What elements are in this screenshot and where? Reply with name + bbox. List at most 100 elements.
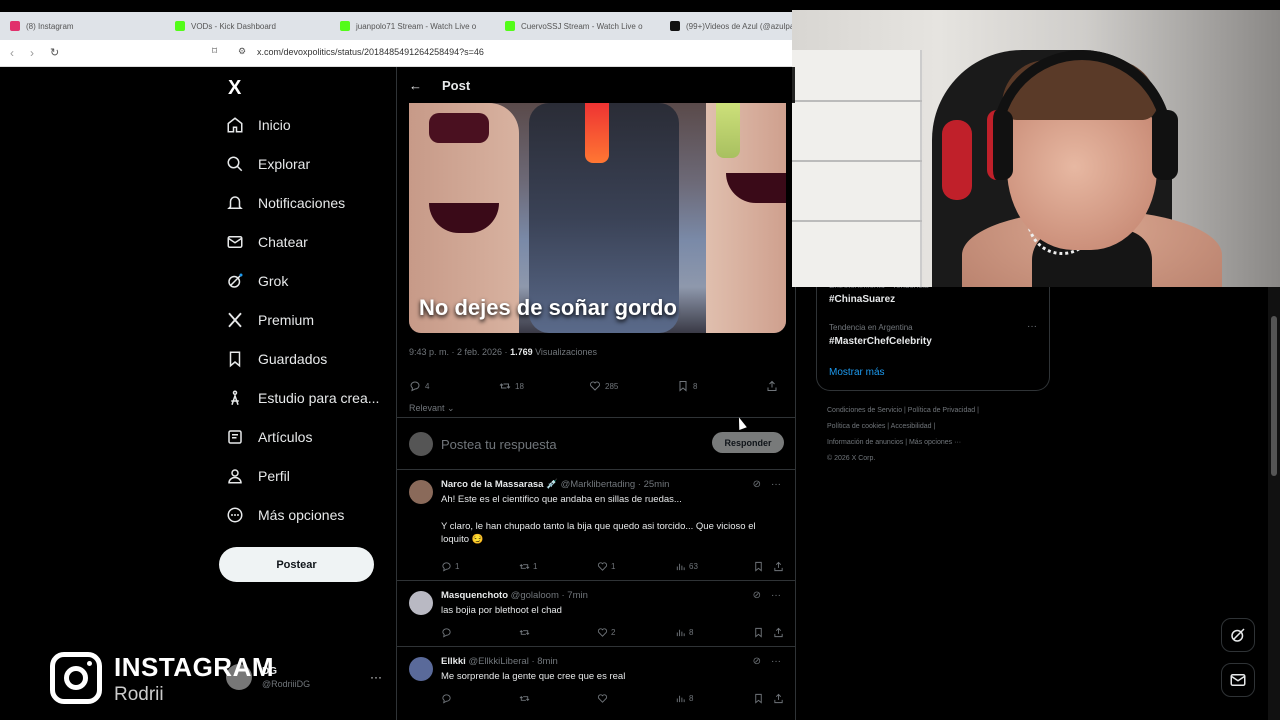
forward-arrow-icon[interactable]: › [30,46,34,60]
reply-actions: 8 [441,693,787,705]
sidebar-item-inicio[interactable]: Inicio [226,116,291,134]
reload-icon[interactable]: ↻ [50,46,59,59]
page-title: Post [442,77,471,93]
more-dots-icon[interactable]: ··· [771,479,781,490]
more-dots-icon[interactable]: ··· [370,670,382,684]
post-header: ← Post [397,67,795,103]
tab-label: (99+)Videos de Azul (@azulpal [686,21,792,31]
more-dots-icon[interactable]: ··· [771,656,781,667]
bell-icon [227,196,243,209]
reply-author-name[interactable]: Masquenchoto [441,590,508,601]
postear-button[interactable]: Postear [219,547,374,582]
image-figure [429,113,489,143]
sort-dropdown[interactable]: Relevant ⌄ [409,403,455,414]
url-text[interactable]: x.com/devoxpolitics/status/2018485491264… [257,47,484,57]
reply-action[interactable] [441,693,455,704]
back-arrow-icon[interactable]: ← [409,78,422,93]
share-action[interactable] [773,561,784,572]
reply-action[interactable]: 1 [441,561,459,572]
more-dots-icon[interactable]: ··· [771,590,781,601]
avatar[interactable] [409,591,433,615]
reply-action[interactable] [441,627,455,638]
browser-tab[interactable]: CuervoSSJ Stream - Watch Live o [495,12,660,40]
sidebar-item-articulos[interactable]: Artículos [226,428,312,446]
bookmark-icon [229,351,241,368]
browser-tab[interactable]: (8) Instagram [0,12,165,40]
responder-button[interactable]: Responder [712,432,784,453]
trend-name[interactable]: #ChinaSuarez [829,294,895,305]
reply-item[interactable]: Narco de la Massarasa 💉 @Marklibertading… [397,470,795,581]
site-info-icon[interactable]: ⚙ [238,46,246,57]
reply-author-handle[interactable]: @EllkkiLiberal · 8min [468,656,557,667]
reply-author-handle[interactable]: @Marklibertading · 25min [561,479,670,490]
sidebar-item-perfil[interactable]: Perfil [226,467,290,485]
sidebar-item-estudio[interactable]: Estudio para crea... [226,389,379,407]
messages-button[interactable] [1221,663,1255,697]
share-action[interactable] [766,380,778,392]
bookmark-action[interactable]: 8 [677,380,697,392]
avatar[interactable] [409,657,433,681]
footer-link[interactable]: Condiciones de Servicio | Política de Pr… [827,403,1027,419]
sidebar-item-label: Artículos [258,429,313,445]
like-action[interactable]: 1 [597,561,615,572]
repost-action[interactable]: 18 [499,380,524,392]
more-dots-icon[interactable]: ··· [1027,321,1037,332]
avatar[interactable] [409,480,433,504]
sidebar: X Inicio Explorar Notificaciones Chatear… [218,67,396,720]
x-logo[interactable]: X [228,77,241,100]
post-actions: 4 18 285 8 [409,380,784,394]
bookmark-action[interactable] [753,627,764,638]
sidebar-item-notificaciones[interactable]: Notificaciones [226,194,345,212]
reply-author-name[interactable]: Narco de la Massarasa 💉 [441,479,558,490]
like-action[interactable] [597,693,611,704]
reply-input[interactable]: Postea tu respuesta [441,437,557,452]
reply-item[interactable]: Masquenchoto @golaloom · 7min ⊘ ··· las b… [397,581,795,647]
grok-icon[interactable]: ⊘ [753,479,761,490]
views-action[interactable]: 8 [675,693,693,704]
sidebar-item-explorar[interactable]: Explorar [226,155,310,173]
scrollbar[interactable] [1268,286,1280,720]
browser-tab[interactable]: (99+)Videos de Azul (@azulpal [660,12,792,40]
reply-action[interactable]: 4 [409,380,429,392]
more-icon [227,507,243,523]
share-action[interactable] [773,627,784,638]
repost-action[interactable] [519,627,533,638]
bookmark-page-icon[interactable]: ⌑ [212,46,217,57]
reply-author-handle[interactable]: @golaloom · 7min [511,590,588,601]
browser-tab[interactable]: VODs - Kick Dashboard [165,12,330,40]
bookmark-action[interactable] [753,561,764,572]
gaming-chair-accent [942,120,972,200]
back-arrow-icon[interactable]: ‹ [10,46,14,60]
trend-name[interactable]: #MasterChefCelebrity [829,336,932,347]
sidebar-item-guardados[interactable]: Guardados [226,350,327,368]
browser-tab[interactable]: juanpolo71 Stream - Watch Live o [330,12,495,40]
share-icon [774,627,783,638]
like-action[interactable]: 285 [589,380,618,392]
footer-link[interactable]: Política de cookies | Accesibilidad | [827,419,1027,435]
footer-link[interactable]: Información de anuncios | Más opciones ·… [827,435,1027,451]
share-action[interactable] [773,693,784,704]
shelf-line [792,160,922,162]
grok-button[interactable] [1221,618,1255,652]
views-action[interactable]: 63 [675,561,698,572]
bookmark-action[interactable] [753,693,764,704]
grok-icon[interactable]: ⊘ [753,590,761,601]
repost-action[interactable] [519,693,533,704]
reply-author-name[interactable]: Ellkki [441,656,466,667]
trends-card: Entretenimiento · Tendencia #ChinaSuarez… [816,277,1050,391]
post-media-image[interactable]: No dejes de soñar gordo [409,103,786,333]
sidebar-item-chatear[interactable]: Chatear [226,233,308,251]
grok-icon[interactable]: ⊘ [753,656,761,667]
post-timestamp[interactable]: 9:43 p. m. · 2 feb. 2026 · [409,347,510,357]
sidebar-item-premium[interactable]: Premium [226,311,314,329]
studio-icon [231,390,239,405]
sidebar-item-grok[interactable]: Grok [226,272,288,290]
views-action[interactable]: 8 [675,627,693,638]
show-more-link[interactable]: Mostrar más [829,367,885,378]
repost-action[interactable]: 1 [519,561,537,572]
home-icon [227,117,243,133]
reply-item[interactable]: Ellkki @EllkkiLiberal · 8min ⊘ ··· Me sor… [397,647,795,720]
like-action[interactable]: 2 [597,627,615,638]
sidebar-item-mas-opciones[interactable]: Más opciones [226,506,344,524]
scrollbar-thumb[interactable] [1271,316,1277,476]
